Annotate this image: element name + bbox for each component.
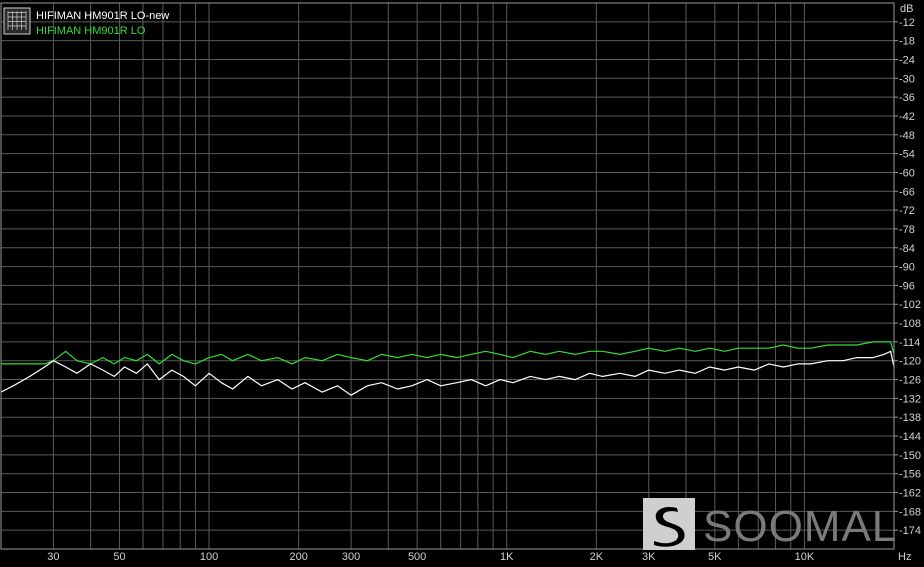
y-tick-label: -66 (899, 186, 915, 198)
x-tick-label: 500 (408, 551, 426, 563)
x-tick-label: 30 (47, 551, 59, 563)
y-tick-label: -60 (899, 167, 915, 179)
y-tick-label: -156 (899, 469, 921, 481)
y-tick-label: -96 (899, 280, 915, 292)
legend-entry-1: HIFIMAN HM901R LO-new (36, 10, 169, 22)
y-tick-label: -72 (899, 205, 915, 217)
y-tick-label: -138 (899, 412, 921, 424)
watermark-text: SOOMAL (703, 502, 897, 551)
y-tick-label: -150 (899, 450, 921, 462)
y-tick-label: -126 (899, 375, 921, 387)
y-tick-label: -48 (899, 130, 915, 142)
y-tick-label: -168 (899, 506, 921, 518)
y-tick-label: -144 (899, 431, 921, 443)
y-tick-label: -18 (899, 36, 915, 48)
y-tick-label: -30 (899, 73, 915, 85)
y-tick-label: -108 (899, 318, 921, 330)
y-tick-label: -78 (899, 224, 915, 236)
chart-background (0, 0, 924, 567)
y-tick-label: -54 (899, 149, 915, 161)
soomal-watermark: SOOMAL (643, 498, 897, 551)
y-tick-label: -162 (899, 488, 921, 500)
x-tick-label: 300 (342, 551, 360, 563)
y-axis-unit: dB (900, 3, 913, 15)
x-tick-label: 3K (642, 551, 656, 563)
x-tick-label: 1K (500, 551, 514, 563)
x-tick-label: 100 (200, 551, 218, 563)
y-tick-label: -84 (899, 243, 915, 255)
y-tick-label: -102 (899, 299, 921, 311)
legend-entry-2: HIFIMAN HM901R LO (36, 25, 146, 37)
y-tick-label: -114 (899, 337, 920, 349)
x-axis-unit: Hz (898, 551, 911, 563)
x-tick-label: 5K (708, 551, 722, 563)
y-tick-label: -132 (899, 393, 921, 405)
y-tick-label: -42 (899, 111, 915, 123)
y-tick-label: -120 (899, 356, 921, 368)
x-tick-label: 50 (113, 551, 125, 563)
y-tick-label: -90 (899, 262, 915, 274)
y-tick-label: -36 (899, 92, 915, 104)
y-tick-label: -24 (899, 54, 915, 66)
y-tick-label: -12 (899, 17, 915, 29)
x-tick-label: 10K (795, 551, 815, 563)
x-tick-label: 2K (590, 551, 604, 563)
x-tick-label: 200 (289, 551, 307, 563)
spectrum-chart: -12 -18 -24 -30 -36 -42 -48 -54 -60 -66 -72 -78 -84 -… (0, 0, 924, 567)
y-tick-label: -174 (899, 525, 921, 537)
